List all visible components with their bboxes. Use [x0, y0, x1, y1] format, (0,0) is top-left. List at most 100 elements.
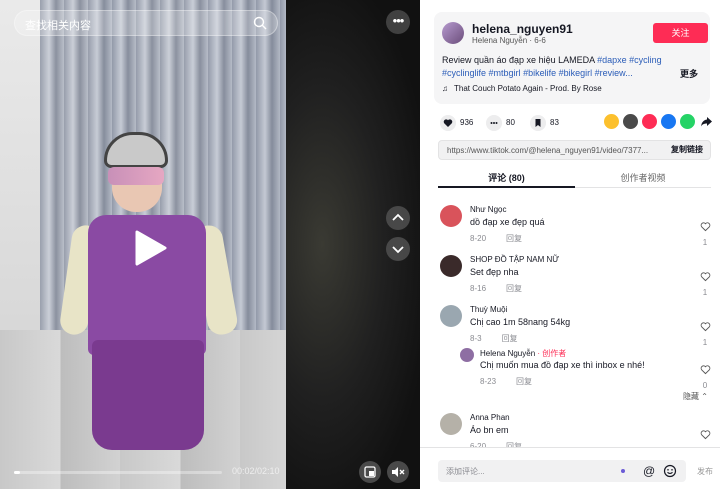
commenter-name[interactable]: Như Ngọc	[470, 205, 506, 214]
video-player[interactable]	[0, 0, 286, 489]
music-track[interactable]: ♫ That Couch Potato Again - Prod. By Rose	[442, 84, 602, 93]
chevron-down-icon	[392, 246, 404, 254]
mute-button[interactable]	[387, 461, 409, 483]
volume-muted-icon	[392, 467, 405, 477]
emoji-icon[interactable]	[663, 464, 677, 478]
heart-outline-icon	[700, 365, 710, 375]
like-count: 936	[460, 118, 474, 127]
tab-comments[interactable]: 评论 (80)	[438, 171, 575, 184]
music-title: That Couch Potato Again - Prod. By Rose	[454, 84, 602, 93]
author-avatar[interactable]	[442, 22, 464, 44]
author-display-name: Helena Nguyễn	[472, 36, 528, 45]
tab-creator-videos[interactable]: 创作者视频	[575, 171, 711, 184]
creator-badge: · 创作者	[535, 349, 567, 358]
comment-like-count: 1	[702, 338, 708, 347]
search-input[interactable]: 查找相关内容	[25, 17, 91, 33]
video-progress-bar[interactable]	[14, 471, 222, 474]
play-icon[interactable]	[133, 230, 167, 266]
more-options-button[interactable]: •••	[386, 10, 410, 34]
previous-video-button[interactable]	[386, 206, 410, 230]
whatsapp-icon[interactable]	[680, 114, 695, 129]
copy-link-button[interactable]: 复制链接	[662, 141, 712, 159]
embed-icon[interactable]	[623, 114, 638, 129]
repost-icon[interactable]	[604, 114, 619, 129]
post-description: Review quần áo đạp xe hiệu LAMEDA #dapxe…	[442, 54, 676, 80]
post-info-card: helena_nguyen91 Helena Nguyễn · 6-6 关注 R…	[434, 12, 710, 104]
chevron-up-icon	[392, 213, 404, 221]
hashtag[interactable]: #bikegirl	[559, 68, 593, 78]
share-arrow-icon[interactable]	[699, 114, 714, 129]
author-username[interactable]: helena_nguyen91	[472, 22, 573, 36]
comment-meta: 8-23 回复	[480, 376, 532, 387]
heart-icon	[440, 115, 456, 131]
commenter-avatar[interactable]	[440, 413, 462, 435]
comment-composer: 添加评论... @ 发布	[420, 447, 720, 489]
follow-button[interactable]: 关注	[653, 23, 708, 43]
facebook-icon[interactable]	[661, 114, 676, 129]
expand-description-button[interactable]: 更多	[680, 67, 698, 80]
picture-in-picture-button[interactable]	[359, 461, 381, 483]
comment-meta: 8-3 回复	[470, 333, 518, 344]
save-count: 83	[550, 118, 559, 127]
comment-text: Chị cao 1m 58nang 54kg	[470, 317, 571, 327]
post-comment-button[interactable]: 发布	[697, 466, 713, 477]
commenter-name[interactable]: Thuỳ Muội	[470, 305, 507, 314]
comment-like-button[interactable]: 1	[698, 319, 712, 347]
chevron-up-icon: ⌃	[701, 392, 708, 401]
heart-outline-icon	[700, 222, 710, 232]
music-note-icon: ♫	[442, 84, 448, 93]
search-bar[interactable]: 查找相关内容	[14, 10, 278, 36]
hashtag[interactable]: #cycling	[629, 55, 662, 65]
share-link-text[interactable]: https://www.tiktok.com/@helena_nguyen91/…	[447, 146, 657, 155]
active-tab-indicator	[438, 186, 575, 188]
send-to-friends-icon[interactable]	[642, 114, 657, 129]
bookmark-icon	[530, 115, 546, 131]
comment-input-placeholder: 添加评论...	[446, 467, 485, 476]
comment-icon	[486, 115, 502, 131]
heart-outline-icon	[700, 322, 710, 332]
commenter-avatar[interactable]	[440, 255, 462, 277]
hashtag[interactable]: #mtbgirl	[489, 68, 521, 78]
reply-button[interactable]: 回复	[506, 284, 522, 293]
post-date: 6-6	[534, 36, 546, 45]
pip-icon	[364, 466, 376, 478]
video-stage: 查找相关内容 ••• 00:02/02:10	[0, 0, 420, 489]
video-time: 00:02/02:10	[232, 466, 280, 476]
hashtag[interactable]: #bikelife	[523, 68, 556, 78]
comment-text: Áo bn em	[470, 425, 509, 435]
comment-like-button[interactable]: 1	[698, 269, 712, 297]
commenter-name[interactable]: SHOP ĐỒ TẬP NAM NỮ	[470, 255, 559, 264]
comment-like-button[interactable]: 0	[698, 362, 712, 390]
reply-author-name: Helena Nguyễn	[480, 349, 536, 358]
mention-icon[interactable]: @	[643, 464, 655, 478]
comment-meta: 8-16 回复	[470, 283, 522, 294]
commenter-avatar[interactable]	[440, 305, 462, 327]
author-subline: Helena Nguyễn · 6-6	[472, 36, 546, 45]
heart-outline-icon	[700, 430, 710, 440]
reply-button[interactable]: 回复	[502, 334, 518, 343]
description-text: Review quần áo đạp xe hiệu LAMEDA	[442, 55, 598, 65]
commenter-avatar[interactable]	[460, 348, 474, 362]
hide-replies-button[interactable]: 隐藏 ⌃	[683, 391, 708, 402]
hashtag[interactable]: #review...	[595, 68, 633, 78]
reply-button[interactable]: 回复	[516, 377, 532, 386]
comment-input[interactable]: 添加评论... @	[438, 460, 686, 482]
commenter-name[interactable]: Anna Phan	[470, 413, 510, 422]
comment-text: Chị muốn mua đồ đạp xe thì inbox e nhé!	[480, 360, 645, 370]
hashtag[interactable]: #dapxe	[597, 55, 627, 65]
comment-date: 8-16	[470, 284, 487, 293]
panel-tabs: 评论 (80) 创作者视频	[438, 168, 711, 188]
commenter-avatar[interactable]	[440, 205, 462, 227]
hashtag[interactable]: #cyclinglife	[442, 68, 486, 78]
next-video-button[interactable]	[386, 237, 410, 261]
comment-like-button[interactable]: 1	[698, 219, 712, 247]
commenter-name[interactable]: Helena Nguyễn · 创作者	[480, 348, 566, 359]
heart-outline-icon	[700, 272, 710, 282]
comment-text: dồ đạp xe đẹp quá	[470, 217, 545, 227]
video-progress-fill	[14, 471, 21, 474]
hide-replies-label: 隐藏	[683, 392, 699, 401]
comment-date: 8-23	[480, 377, 497, 386]
search-icon[interactable]	[253, 16, 267, 30]
reply-button[interactable]: 回复	[506, 234, 522, 243]
comment-count: 80	[506, 118, 515, 127]
